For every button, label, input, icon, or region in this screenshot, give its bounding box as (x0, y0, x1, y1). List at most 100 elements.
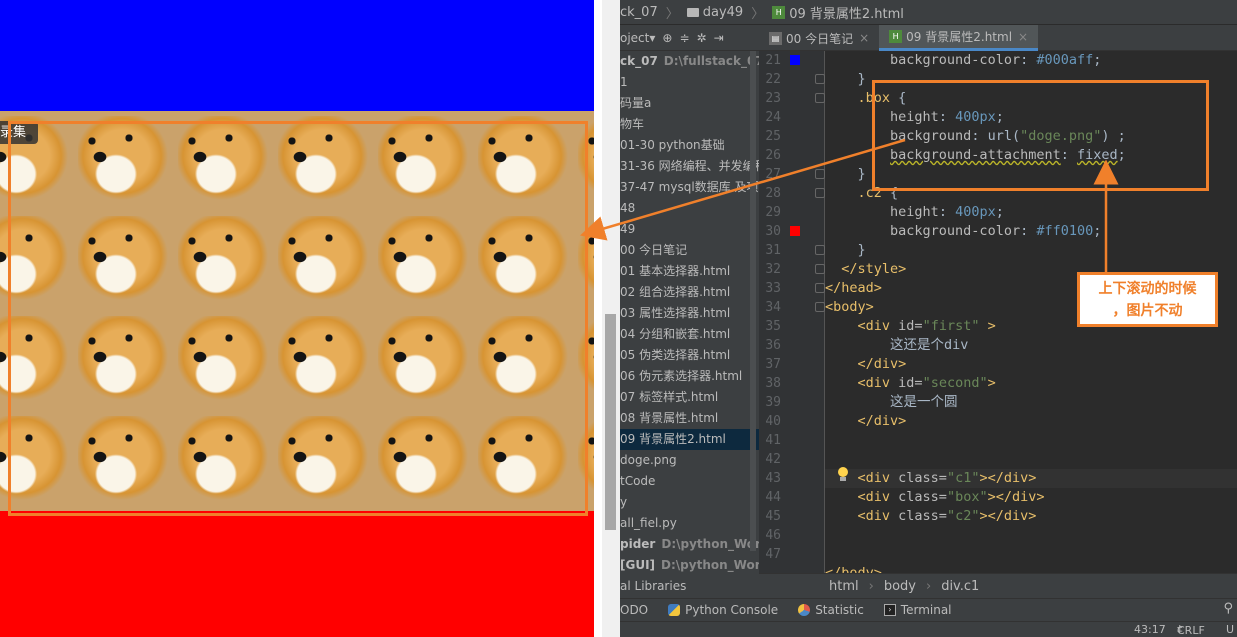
code-line[interactable]: <div id="second"> (825, 374, 996, 393)
project-tree-item-label: 48 (620, 201, 636, 215)
project-tree-item-path: D:\python_Works (661, 558, 759, 572)
color-swatch-icon[interactable] (790, 226, 800, 236)
code-crumb-body[interactable]: body (884, 579, 916, 594)
code-line[interactable]: <div id="first" > (825, 317, 996, 336)
project-tree-item[interactable]: [GUI] D:\python_Works (620, 555, 759, 576)
code-line[interactable]: </body> (825, 564, 882, 573)
tool-window-bar: ODO Python Console Statistic › Terminal … (620, 598, 1237, 621)
code-line[interactable]: <div class="c2"></div> (825, 507, 1037, 526)
breadcrumb-file[interactable]: H 09 背景属性2.html (772, 3, 904, 22)
project-tree-item-label: 05 伪类选择器.html (620, 348, 731, 362)
project-tree-item[interactable]: 04 分组和嵌套.html (620, 324, 759, 345)
close-icon[interactable]: × (1018, 30, 1028, 44)
color-swatch-icon[interactable] (790, 55, 800, 65)
project-tree-item[interactable]: al Libraries (620, 576, 759, 597)
project-tree-item[interactable]: 09 背景属性2.html (620, 429, 759, 450)
project-tree-item-label: all_fiel.py (620, 516, 677, 530)
code-line[interactable]: } (825, 241, 866, 260)
breadcrumb-project[interactable]: ck_07 〉 (620, 3, 679, 22)
line-number: 22 (765, 72, 781, 87)
code-line[interactable]: background-color: #ff0100; (825, 222, 1101, 241)
project-tree-item[interactable]: y (620, 492, 759, 513)
project-tree-item[interactable]: 01 基本选择器.html (620, 261, 759, 282)
gear-icon[interactable]: ✲ (697, 31, 707, 45)
code-line[interactable]: </div> (825, 355, 907, 374)
target-icon[interactable]: ⊕ (662, 31, 672, 45)
browser-scrollbar-thumb[interactable] (605, 314, 616, 530)
tab-background-2-html[interactable]: H 09 背景属性2.html × (879, 25, 1039, 51)
code-crumb-html[interactable]: html (829, 579, 859, 594)
fold-icon[interactable] (815, 245, 825, 255)
project-tree-item[interactable]: 03 属性选择器.html (620, 303, 759, 324)
project-tree-item-label: 31-36 网络编程、并发编程 (620, 159, 759, 173)
line-separator[interactable]: CRLF ‡ (1177, 623, 1205, 637)
collapse-icon[interactable]: ≑ (679, 31, 689, 45)
project-tree-item[interactable]: 48 (620, 198, 759, 219)
c2-red-block (0, 511, 594, 637)
close-icon[interactable]: × (859, 31, 869, 45)
code-line[interactable]: <div class="box"></div> (825, 488, 1045, 507)
code-line[interactable]: } (825, 165, 866, 184)
fold-icon[interactable] (815, 283, 825, 293)
statistic-button[interactable]: Statistic (798, 603, 864, 617)
statistic-label: Statistic (815, 603, 864, 617)
code-line[interactable]: </div> (825, 412, 907, 431)
fold-icon[interactable] (815, 302, 825, 312)
fold-icon[interactable] (815, 93, 825, 103)
line-number: 34 (765, 300, 781, 315)
code-line[interactable]: </style> (825, 260, 906, 279)
tab-today-notes[interactable]: ▤ 00 今日笔记 × (759, 25, 879, 51)
project-view-label: oject (620, 30, 650, 45)
project-tree-item[interactable]: 37-47 mysql数据库 及项 (620, 177, 759, 198)
project-tree-item[interactable]: 02 组合选择器.html (620, 282, 759, 303)
search-icon[interactable]: ⚲ (1223, 601, 1233, 616)
project-tree-item[interactable]: 07 标签样式.html (620, 387, 759, 408)
code-line[interactable]: background-color: #000aff; (825, 51, 1101, 70)
line-number: 44 (765, 490, 781, 505)
line-number: 29 (765, 205, 781, 220)
code-line[interactable]: 这还是个div (825, 336, 968, 355)
caret-position[interactable]: 43:17 (1134, 623, 1166, 636)
code-line[interactable]: height: 400px; (825, 203, 1004, 222)
project-tree-item-label: 02 组合选择器.html (620, 285, 731, 299)
project-tree-item[interactable]: tCode (620, 471, 759, 492)
annotation-code-box (872, 80, 1209, 191)
fold-icon[interactable] (815, 264, 825, 274)
callout-line-2: ，图片不动 (1112, 303, 1183, 319)
project-tree-item[interactable]: 06 伪元素选择器.html (620, 366, 759, 387)
lightbulb-icon[interactable] (837, 467, 849, 481)
terminal-button[interactable]: › Terminal (883, 603, 952, 617)
project-view-selector[interactable]: oject▾ (620, 31, 655, 45)
project-tree: ck_07 D:\fullstack_07 1 码量a 物车 01-30 python基础… (620, 51, 759, 598)
code-crumb-div[interactable]: div.c1 (941, 579, 979, 594)
todo-tool-button[interactable]: ODO (620, 603, 648, 617)
code-line[interactable]: 这是一个圆 (825, 393, 958, 412)
breadcrumb-folder[interactable]: day49 〉 (686, 3, 764, 22)
project-tree-item[interactable]: 31-36 网络编程、并发编程 (620, 156, 759, 177)
python-console-button[interactable]: Python Console (668, 603, 778, 617)
project-tree-item[interactable]: 码量a (620, 93, 759, 114)
fold-icon[interactable] (815, 74, 825, 84)
project-tree-item[interactable]: doge.png (620, 450, 759, 471)
hide-icon[interactable]: ⇥ (714, 31, 724, 45)
fold-icon[interactable] (815, 169, 825, 179)
project-tree-scrollbar[interactable] (750, 51, 756, 551)
code-line[interactable]: </head> (825, 279, 882, 298)
code-line[interactable]: } (825, 70, 866, 89)
project-tree-item[interactable]: all_fiel.py (620, 513, 759, 534)
project-tree-item[interactable]: 49 (620, 219, 759, 240)
project-tree-item[interactable]: 05 伪类选择器.html (620, 345, 759, 366)
project-tree-item[interactable]: pider D:\python_Worksp (620, 534, 759, 555)
project-tree-item[interactable]: 01-30 python基础 (620, 135, 759, 156)
project-tree-item[interactable]: 物车 (620, 114, 759, 135)
breadcrumb-folder-label: day49 (702, 4, 744, 20)
file-encoding[interactable]: U (1226, 623, 1234, 636)
project-tree-item[interactable]: 1 (620, 72, 759, 93)
project-tree-item-label: 09 背景属性2.html (620, 432, 726, 446)
project-tree-item[interactable]: 00 今日笔记 (620, 240, 759, 261)
code-line[interactable]: <body> (825, 298, 874, 317)
project-tree-item[interactable]: ck_07 D:\fullstack_07 (620, 51, 759, 72)
code-line[interactable]: <div class="c1"></div> (825, 469, 1037, 488)
fold-icon[interactable] (815, 188, 825, 198)
project-tree-item[interactable]: 08 背景属性.html (620, 408, 759, 429)
